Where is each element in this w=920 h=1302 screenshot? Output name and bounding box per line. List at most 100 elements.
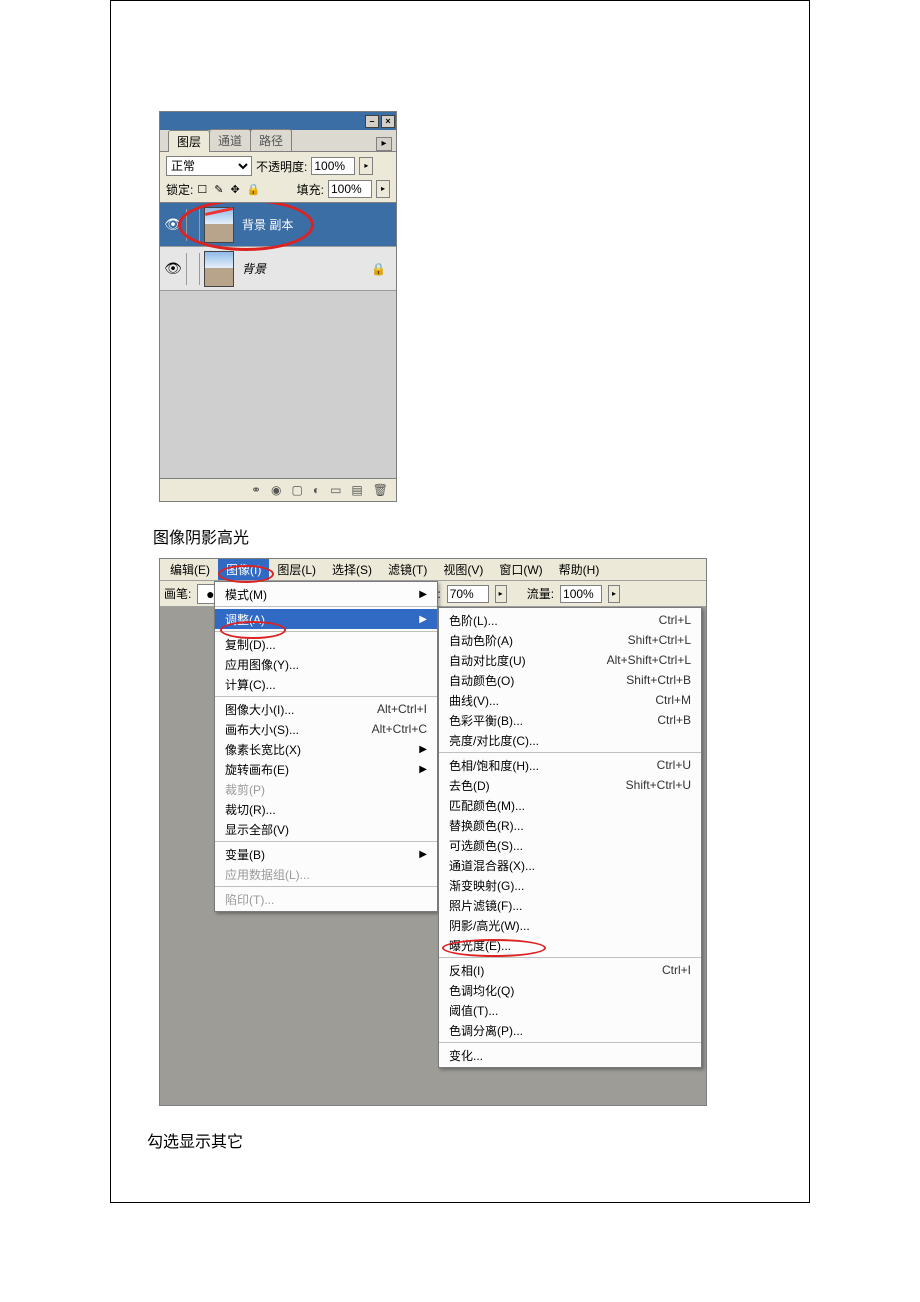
menu-help[interactable]: 帮助(H) [551,559,608,580]
submenu-item-variations[interactable]: 变化... [439,1045,701,1065]
menu-edit[interactable]: 编辑(E) [162,559,218,580]
fill-slider-icon[interactable]: ▸ [376,180,390,198]
submenu-item-replace-color[interactable]: 替换颜色(R)... [439,815,701,835]
menu-view[interactable]: 视图(V) [435,559,491,580]
opacity-label: 不透明度: [256,158,307,175]
menu-item-variables[interactable]: 变量(B)▶ [215,844,437,864]
fill-label: 填充: [297,181,324,198]
menu-screenshot: 编辑(E) 图像(I) 图层(L) 选择(S) 滤镜(T) 视图(V) 窗口(W… [159,558,707,1106]
menu-item-trap: 陷印(T)... [215,889,437,909]
menu-item-image-size[interactable]: 图像大小(I)...Alt+Ctrl+I [215,699,437,719]
menu-item-adjust[interactable]: 调整(A)▶ [215,609,437,629]
opacity-slider-icon[interactable]: ▸ [359,157,373,175]
layer-name[interactable]: 背景 [238,260,266,277]
opacity-field-2[interactable] [447,585,489,603]
submenu-item-auto-levels[interactable]: 自动色阶(A)Shift+Ctrl+L [439,630,701,650]
submenu-item-color-balance[interactable]: 色彩平衡(B)...Ctrl+B [439,710,701,730]
blend-mode-select[interactable]: 正常 [166,156,252,176]
menu-item-crop: 裁剪(P) [215,779,437,799]
menu-item-trim[interactable]: 裁切(R)... [215,799,437,819]
layers-panel-wrap: – × 图层 通道 路径 ▸ 正常 不透明度: ▸ 锁定 [111,1,809,502]
menu-item-apply-dataset: 应用数据组(L)... [215,864,437,884]
menu-item-canvas-size[interactable]: 画布大小(S)...Alt+Ctrl+C [215,719,437,739]
menu-screenshot-wrap: 编辑(E) 图像(I) 图层(L) 选择(S) 滤镜(T) 视图(V) 窗口(W… [159,558,707,1106]
submenu-item-gradient-map[interactable]: 渐变映射(G)... [439,875,701,895]
submenu-item-invert[interactable]: 反相(I)Ctrl+I [439,960,701,980]
submenu-item-curves[interactable]: 曲线(V)...Ctrl+M [439,690,701,710]
link-cell[interactable] [186,209,200,241]
close-button[interactable]: × [381,115,395,128]
blend-opacity-row: 正常 不透明度: ▸ [166,156,390,176]
lock-fill-row: 锁定: ☐ ✎ ✥ 🔒 填充: ▸ [166,180,390,198]
adjustment-layer-icon[interactable]: ◐ [313,483,320,497]
page-container: – × 图层 通道 路径 ▸ 正常 不透明度: ▸ 锁定 [110,0,810,1203]
submenu-item-exposure[interactable]: 曝光度(E)... [439,935,701,955]
menu-item-duplicate[interactable]: 复制(D)... [215,634,437,654]
caption-show-others: 勾选显示其它 [147,1128,809,1152]
submenu-item-posterize[interactable]: 色调分离(P)... [439,1020,701,1040]
link-layers-icon[interactable]: ⚭ [251,483,261,497]
caption-shadow-highlight: 图像阴影高光 [153,524,809,548]
tab-channels[interactable]: 通道 [209,129,251,151]
menu-select[interactable]: 选择(S) [324,559,380,580]
lock-label: 锁定: [166,181,193,198]
new-layer-icon[interactable]: ▤ [351,483,362,497]
layers-panel: – × 图层 通道 路径 ▸ 正常 不透明度: ▸ 锁定 [159,111,397,502]
link-cell[interactable] [186,253,200,285]
delete-layer-icon[interactable]: 🗑 [373,483,388,497]
layer-list: 👁 背景 副本 👁 背景 🔒 [160,203,396,479]
visibility-icon[interactable]: 👁 [164,260,182,277]
lock-icon: 🔒 [371,262,386,276]
panel-titlebar: – × [160,112,396,130]
layer-style-icon[interactable]: ◉ [271,483,281,497]
panel-tabs: 图层 通道 路径 ▸ [160,130,396,152]
tab-layers[interactable]: 图层 [168,130,210,152]
minimize-button[interactable]: – [365,115,379,128]
submenu-item-threshold[interactable]: 阈值(T)... [439,1000,701,1020]
opacity-tri-icon[interactable]: ▸ [495,585,507,603]
layer-row-bg[interactable]: 👁 背景 🔒 [160,247,396,291]
layer-row-bg-copy[interactable]: 👁 背景 副本 [160,203,396,247]
menu-layer[interactable]: 图层(L) [269,559,324,580]
menu-window[interactable]: 窗口(W) [491,559,550,580]
panel-options: 正常 不透明度: ▸ 锁定: ☐ ✎ ✥ 🔒 填充: ▸ [160,152,396,203]
visibility-icon[interactable]: 👁 [164,216,182,233]
submenu-item-channel-mixer[interactable]: 通道混合器(X)... [439,855,701,875]
submenu-item-brightness[interactable]: 亮度/对比度(C)... [439,730,701,750]
menu-item-pixel-ratio[interactable]: 像素长宽比(X)▶ [215,739,437,759]
adjust-submenu: 色阶(L)...Ctrl+L 自动色阶(A)Shift+Ctrl+L 自动对比度… [438,607,702,1068]
menu-item-reveal-all[interactable]: 显示全部(V) [215,819,437,839]
layer-thumb[interactable] [204,251,234,287]
submenu-item-auto-contrast[interactable]: 自动对比度(U)Alt+Shift+Ctrl+L [439,650,701,670]
brush-label: 画笔: [164,585,191,602]
panel-footer: ⚭ ◉ ▢ ◐ ▭ ▤ 🗑 [160,479,396,501]
submenu-item-photo-filter[interactable]: 照片滤镜(F)... [439,895,701,915]
lock-buttons[interactable]: ☐ ✎ ✥ 🔒 [197,183,262,196]
flow-tri-icon[interactable]: ▸ [608,585,620,603]
submenu-item-match-color[interactable]: 匹配颜色(M)... [439,795,701,815]
flow-label: 流量: [527,585,554,602]
submenu-item-selective-color[interactable]: 可选颜色(S)... [439,835,701,855]
menu-image[interactable]: 图像(I) [218,559,269,580]
image-menu-dropdown: 模式(M)▶ 调整(A)▶ 复制(D)... 应用图像(Y)... 计算(C).… [214,581,438,912]
submenu-item-hue-sat[interactable]: 色相/饱和度(H)...Ctrl+U [439,755,701,775]
menu-filter[interactable]: 滤镜(T) [380,559,435,580]
flow-field[interactable] [560,585,602,603]
menu-item-apply-image[interactable]: 应用图像(Y)... [215,654,437,674]
tab-paths[interactable]: 路径 [250,129,292,151]
fill-input[interactable] [328,180,372,198]
menu-item-rotate-canvas[interactable]: 旋转画布(E)▶ [215,759,437,779]
layer-name[interactable]: 背景 副本 [238,216,293,233]
submenu-item-levels[interactable]: 色阶(L)...Ctrl+L [439,610,701,630]
layer-thumb[interactable] [204,207,234,243]
opacity-input[interactable] [311,157,355,175]
layer-mask-icon[interactable]: ▢ [291,483,302,497]
menu-item-mode[interactable]: 模式(M)▶ [215,584,437,604]
submenu-item-desaturate[interactable]: 去色(D)Shift+Ctrl+U [439,775,701,795]
panel-menu-icon[interactable]: ▸ [376,137,392,151]
menu-item-calculations[interactable]: 计算(C)... [215,674,437,694]
submenu-item-shadow-highlight[interactable]: 阴影/高光(W)... [439,915,701,935]
submenu-item-equalize[interactable]: 色调均化(Q) [439,980,701,1000]
submenu-item-auto-color[interactable]: 自动颜色(O)Shift+Ctrl+B [439,670,701,690]
new-group-icon[interactable]: ▭ [330,483,341,497]
